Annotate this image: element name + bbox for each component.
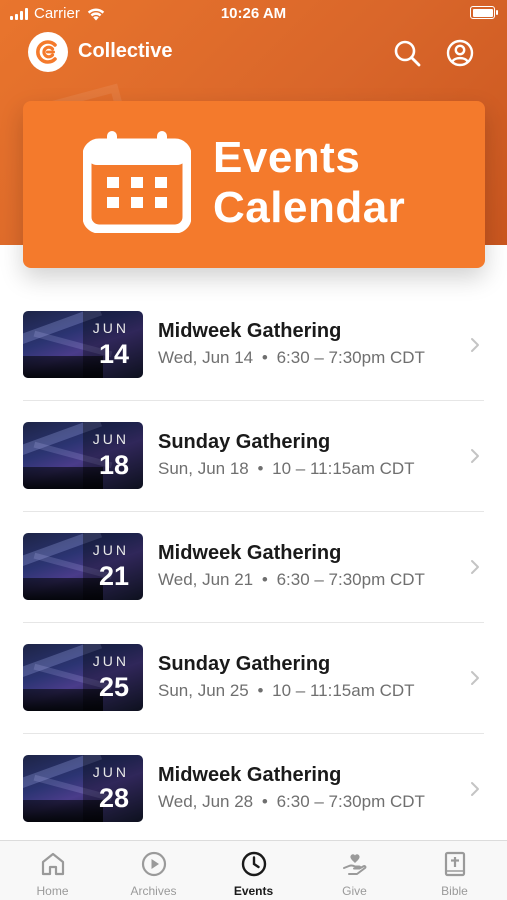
- event-row[interactable]: JUN 25 Sunday Gathering Sun, Jun 25 • 10…: [0, 623, 507, 734]
- tab-label: Bible: [441, 884, 468, 898]
- banner-title: Events Calendar: [213, 133, 405, 233]
- event-row[interactable]: JUN 14 Midweek Gathering Wed, Jun 14 • 6…: [0, 290, 507, 401]
- app-name: Collective: [78, 40, 173, 62]
- event-date: Wed, Jun 28: [158, 792, 254, 811]
- top-nav: Collective: [0, 30, 507, 78]
- event-time: 10 – 11:15am CDT: [272, 681, 415, 700]
- event-time: 6:30 – 7:30pm CDT: [276, 792, 425, 811]
- event-day: 18: [98, 450, 129, 480]
- chevron-right-icon: [471, 671, 479, 685]
- event-thumbnail: JUN 28: [23, 755, 143, 822]
- event-day: 25: [98, 672, 129, 702]
- meta-separator: •: [257, 459, 264, 478]
- profile-icon[interactable]: [445, 38, 475, 68]
- tab-label: Events: [233, 884, 274, 898]
- event-row[interactable]: JUN 21 Midweek Gathering Wed, Jun 21 • 6…: [0, 512, 507, 623]
- event-row[interactable]: JUN 28 Midweek Gathering Wed, Jun 28 • 6…: [0, 734, 507, 845]
- event-meta: Wed, Jun 14 • 6:30 – 7:30pm CDT: [158, 348, 425, 368]
- clock-icon: [241, 851, 266, 877]
- meta-separator: •: [257, 681, 264, 700]
- event-thumbnail: JUN 14: [23, 311, 143, 378]
- event-list: JUN 14 Midweek Gathering Wed, Jun 14 • 6…: [0, 290, 507, 845]
- event-meta: Sun, Jun 25 • 10 – 11:15am CDT: [158, 681, 415, 701]
- events-calendar-banner: Events Calendar: [23, 101, 485, 268]
- play-icon: [141, 851, 166, 877]
- banner-title-line2: Calendar: [213, 183, 406, 232]
- tab-events[interactable]: Events: [203, 841, 304, 900]
- event-title: Midweek Gathering: [158, 542, 342, 564]
- event-date: Wed, Jun 14: [158, 348, 254, 367]
- event-month: JUN: [92, 320, 129, 336]
- event-meta: Wed, Jun 21 • 6:30 – 7:30pm CDT: [158, 570, 425, 590]
- event-title: Midweek Gathering: [158, 320, 342, 342]
- tab-bar: Home Archives Events Give Bible: [0, 840, 507, 900]
- event-date: Sun, Jun 18: [158, 459, 249, 478]
- event-title: Sunday Gathering: [158, 431, 331, 453]
- event-date: Sun, Jun 25: [158, 681, 249, 700]
- event-title: Midweek Gathering: [158, 764, 342, 786]
- tab-label: Give: [342, 884, 367, 898]
- event-month: JUN: [92, 431, 129, 447]
- event-month: JUN: [92, 764, 129, 780]
- event-month: JUN: [92, 653, 129, 669]
- battery-icon: [470, 6, 498, 19]
- bible-icon: [444, 851, 465, 877]
- tab-home[interactable]: Home: [2, 841, 103, 900]
- event-month: JUN: [92, 542, 129, 558]
- meta-separator: •: [261, 348, 268, 367]
- tab-give[interactable]: Give: [304, 841, 405, 900]
- tab-label: Archives: [130, 884, 177, 898]
- chevron-right-icon: [471, 449, 479, 463]
- search-icon[interactable]: [392, 38, 422, 68]
- home-icon: [41, 852, 64, 876]
- event-day: 21: [98, 561, 129, 591]
- event-thumbnail: JUN 21: [23, 533, 143, 600]
- event-day: 28: [98, 783, 129, 813]
- meta-separator: •: [261, 792, 268, 811]
- chevron-right-icon: [471, 560, 479, 574]
- chevron-right-icon: [471, 338, 479, 352]
- event-thumbnail: JUN 25: [23, 644, 143, 711]
- status-time: 10:26 AM: [220, 5, 287, 22]
- meta-separator: •: [261, 570, 268, 589]
- event-title: Sunday Gathering: [158, 653, 331, 675]
- give-icon: [342, 854, 366, 875]
- tab-archives[interactable]: Archives: [103, 841, 204, 900]
- event-thumbnail: JUN 18: [23, 422, 143, 489]
- status-bar: Carrier 10:26 AM: [0, 0, 507, 28]
- battery-level: [472, 8, 493, 17]
- event-meta: Sun, Jun 18 • 10 – 11:15am CDT: [158, 459, 415, 479]
- calendar-icon: [83, 131, 191, 233]
- tab-bible[interactable]: Bible: [404, 841, 505, 900]
- event-row[interactable]: JUN 18 Sunday Gathering Sun, Jun 18 • 10…: [0, 401, 507, 512]
- event-day: 14: [98, 339, 129, 369]
- event-meta: Wed, Jun 28 • 6:30 – 7:30pm CDT: [158, 792, 425, 812]
- chevron-right-icon: [471, 782, 479, 796]
- collective-logo-icon[interactable]: [28, 32, 68, 72]
- event-date: Wed, Jun 21: [158, 570, 254, 589]
- event-time: 6:30 – 7:30pm CDT: [276, 570, 425, 589]
- event-time: 10 – 11:15am CDT: [272, 459, 415, 478]
- tab-label: Home: [36, 884, 69, 898]
- banner-title-line1: Events: [213, 133, 361, 182]
- event-time: 6:30 – 7:30pm CDT: [276, 348, 425, 367]
